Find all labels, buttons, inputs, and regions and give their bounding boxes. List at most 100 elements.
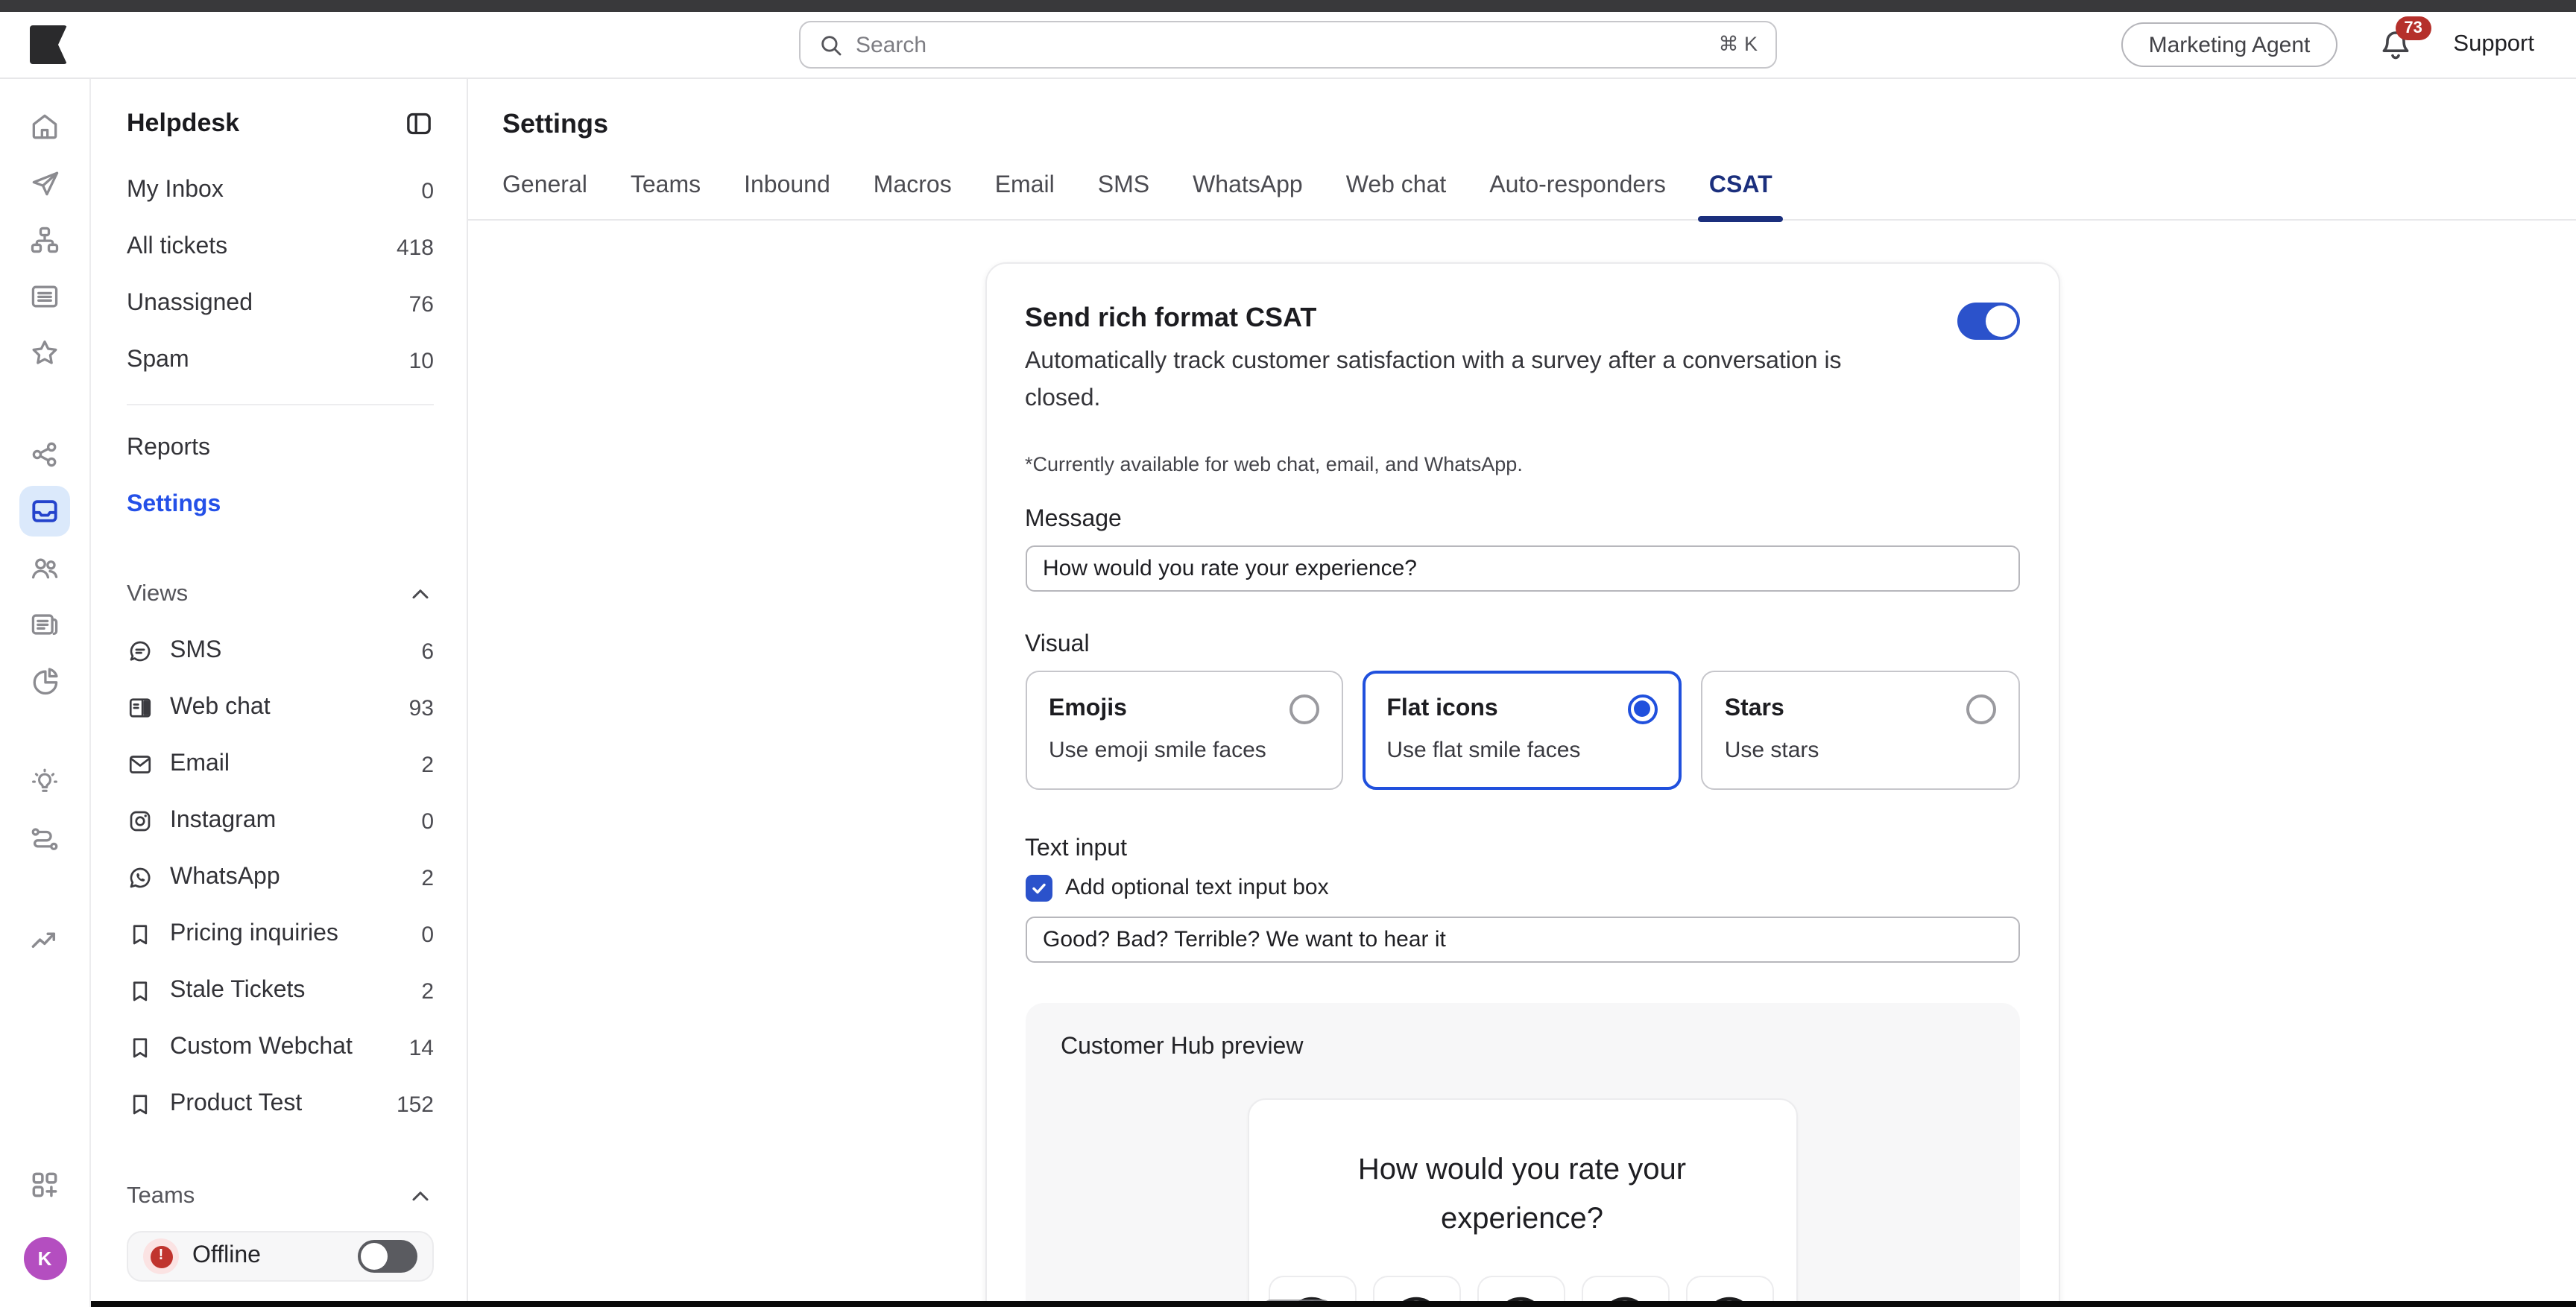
global-search[interactable]: ⌘ K — [799, 21, 1777, 69]
bookmark-icon — [127, 1034, 154, 1061]
org-chart-icon[interactable] — [19, 215, 70, 265]
user-avatar[interactable]: K — [23, 1237, 66, 1280]
search-input[interactable] — [856, 32, 1706, 57]
view-item-email[interactable]: Email2 — [127, 736, 434, 793]
star-icon[interactable] — [19, 328, 70, 379]
survey-preview-card: How would you rate your experience? — [1247, 1098, 1797, 1307]
main-content: Settings General Teams Inbound Macros Em… — [468, 79, 2576, 1307]
tab-inbound[interactable]: Inbound — [744, 173, 830, 219]
radio-unselected[interactable] — [1966, 694, 1995, 724]
search-icon — [818, 32, 844, 57]
bookmark-icon — [127, 1091, 154, 1118]
tab-macros[interactable]: Macros — [874, 173, 952, 219]
optional-text-checkbox[interactable] — [1025, 874, 1052, 901]
pie-chart-icon[interactable] — [19, 656, 70, 706]
search-shortcut-hint: ⌘ K — [1718, 33, 1758, 57]
window-bottom-edge — [91, 1301, 2576, 1307]
tab-csat[interactable]: CSAT — [1709, 173, 1772, 219]
radio-unselected[interactable] — [1289, 694, 1319, 724]
visual-option-emojis[interactable]: Emojis Use emoji smile faces — [1025, 670, 1343, 789]
optional-text-input[interactable] — [1025, 916, 2019, 962]
text-input-label: Text input — [1025, 835, 2019, 862]
count-badge: 10 — [409, 348, 434, 373]
sidebar-item-spam[interactable]: Spam10 — [127, 332, 434, 389]
visual-option-flat-icons[interactable]: Flat icons Use flat smile faces — [1363, 670, 1681, 789]
trend-up-icon[interactable] — [19, 915, 70, 966]
visual-label: Visual — [1025, 631, 2019, 658]
visual-option-stars[interactable]: Stars Use stars — [1701, 670, 2019, 789]
preview-label: Customer Hub preview — [1061, 1034, 1983, 1060]
tab-general[interactable]: General — [502, 173, 587, 219]
view-item-stale-tickets[interactable]: Stale Tickets2 — [127, 963, 434, 1019]
sidebar-item-reports[interactable]: Reports — [127, 420, 434, 477]
app-window: ⌘ K Marketing Agent 73 Support — [0, 0, 2576, 1307]
optional-text-checkbox-label[interactable]: Add optional text input box — [1065, 875, 1329, 900]
collapse-panel-icon[interactable] — [404, 109, 434, 139]
view-item-pricing-inquiries[interactable]: Pricing inquiries0 — [127, 906, 434, 963]
settings-tabs: General Teams Inbound Macros Email SMS W… — [468, 173, 2576, 221]
availability-label: Offline — [192, 1243, 344, 1270]
sidebar-item-unassigned[interactable]: Unassigned76 — [127, 276, 434, 332]
notes-icon[interactable] — [19, 271, 70, 322]
bookmark-icon — [127, 921, 154, 948]
page-title: Settings — [468, 79, 2576, 140]
count-badge: 0 — [421, 178, 434, 203]
check-icon — [1029, 879, 1047, 896]
sidebar-item-settings[interactable]: Settings — [127, 477, 434, 534]
tab-whatsapp[interactable]: WhatsApp — [1193, 173, 1303, 219]
send-icon[interactable] — [19, 158, 70, 209]
availability-note: *Currently available for web chat, email… — [1025, 452, 2019, 475]
bookmark-icon — [127, 978, 154, 1004]
view-item-sms[interactable]: SMS6 — [127, 623, 434, 680]
teams-section-header[interactable]: Teams — [127, 1168, 434, 1225]
view-item-product-test[interactable]: Product Test152 — [127, 1076, 434, 1133]
customer-hub-preview: Customer Hub preview How would you rate … — [1025, 1002, 2019, 1307]
visual-options: Emojis Use emoji smile faces Flat icons … — [1025, 670, 2019, 789]
view-item-web-chat[interactable]: Web chat93 — [127, 680, 434, 736]
sms-bubble-icon — [127, 638, 154, 665]
helpdesk-sidebar: Helpdesk My Inbox0 All tickets418 Unassi… — [91, 79, 468, 1307]
view-item-instagram[interactable]: Instagram0 — [127, 793, 434, 849]
views-section-header[interactable]: Views — [127, 566, 434, 623]
count-badge: 418 — [397, 235, 434, 260]
sidebar-item-all-tickets[interactable]: All tickets418 — [127, 219, 434, 276]
tab-sms[interactable]: SMS — [1098, 173, 1149, 219]
chevron-up-icon — [407, 1183, 434, 1210]
route-icon[interactable] — [19, 814, 70, 864]
app-logo[interactable] — [30, 25, 67, 64]
csat-settings-card: Send rich format CSAT Automatically trac… — [985, 262, 2059, 1307]
notification-count-badge: 73 — [2395, 16, 2431, 40]
sidebar-item-my-inbox[interactable]: My Inbox0 — [127, 162, 434, 219]
view-item-whatsapp[interactable]: WhatsApp2 — [127, 849, 434, 906]
envelope-icon — [127, 751, 154, 778]
radio-selected[interactable] — [1628, 694, 1658, 724]
support-link[interactable]: Support — [2453, 31, 2534, 58]
home-icon[interactable] — [19, 101, 70, 152]
availability-status-card: ! Offline — [127, 1231, 434, 1282]
share-nodes-icon[interactable] — [19, 429, 70, 480]
sidebar-divider — [127, 404, 434, 405]
notifications-button[interactable]: 73 — [2377, 27, 2413, 63]
csat-card-title: Send rich format CSAT — [1025, 303, 1957, 334]
count-badge: 76 — [409, 291, 434, 317]
workspace-button[interactable]: Marketing Agent — [2122, 22, 2337, 67]
instagram-icon — [127, 808, 154, 835]
tab-web-chat[interactable]: Web chat — [1346, 173, 1447, 219]
tab-auto-responders[interactable]: Auto-responders — [1489, 173, 1666, 219]
tab-email[interactable]: Email — [995, 173, 1055, 219]
availability-toggle[interactable] — [358, 1240, 417, 1273]
message-label: Message — [1025, 506, 2019, 533]
tab-teams[interactable]: Teams — [631, 173, 701, 219]
lightbulb-icon[interactable] — [19, 757, 70, 808]
inbox-icon[interactable] — [19, 486, 70, 537]
news-icon[interactable] — [19, 599, 70, 650]
csat-enable-toggle[interactable] — [1957, 303, 2019, 340]
whatsapp-icon — [127, 864, 154, 891]
people-icon[interactable] — [19, 542, 70, 593]
apps-grid-icon[interactable] — [19, 1159, 70, 1210]
survey-question: How would you rate your experience? — [1306, 1145, 1738, 1244]
sidebar-title: Helpdesk — [127, 109, 239, 139]
message-input[interactable] — [1025, 545, 2019, 591]
webchat-panel-icon — [127, 694, 154, 721]
view-item-custom-webchat[interactable]: Custom Webchat14 — [127, 1019, 434, 1076]
